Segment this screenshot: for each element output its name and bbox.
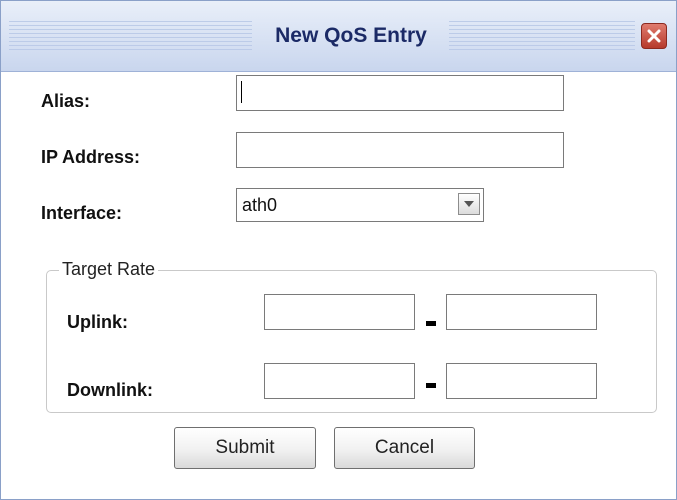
close-icon: [647, 29, 661, 43]
interface-dropdown-button[interactable]: [458, 193, 480, 215]
alias-label: Alias:: [41, 91, 91, 111]
title-bar-grip-left: [9, 21, 252, 51]
ip-address-input[interactable]: [236, 132, 564, 168]
dialog-title: New QoS Entry: [275, 24, 427, 47]
cancel-button[interactable]: Cancel: [334, 427, 475, 469]
uplink-range-separator: [426, 321, 436, 326]
target-rate-legend: Target Rate: [59, 259, 159, 280]
downlink-range-separator: [426, 383, 436, 388]
downlink-label: Downlink:: [67, 380, 153, 400]
text-caret: [241, 81, 242, 103]
title-bar-grip-right: [449, 21, 635, 51]
downlink-max-input[interactable]: [446, 363, 597, 399]
uplink-label: Uplink:: [67, 312, 128, 332]
alias-field-wrap: [236, 75, 564, 111]
close-button[interactable]: [641, 23, 667, 49]
uplink-min-input[interactable]: [264, 294, 415, 330]
submit-button[interactable]: Submit: [174, 427, 316, 469]
interface-label: Interface:: [41, 203, 123, 223]
title-bar[interactable]: New QoS Entry: [1, 1, 676, 72]
interface-select[interactable]: ath0: [236, 188, 484, 222]
alias-input[interactable]: [236, 75, 564, 111]
ip-address-label: IP Address:: [41, 147, 141, 167]
uplink-max-input[interactable]: [446, 294, 597, 330]
chevron-down-icon: [464, 201, 474, 207]
qos-entry-dialog: New QoS Entry Alias: IP Address: Interfa…: [0, 0, 677, 500]
interface-selected-value: ath0: [242, 195, 278, 215]
downlink-min-input[interactable]: [264, 363, 415, 399]
